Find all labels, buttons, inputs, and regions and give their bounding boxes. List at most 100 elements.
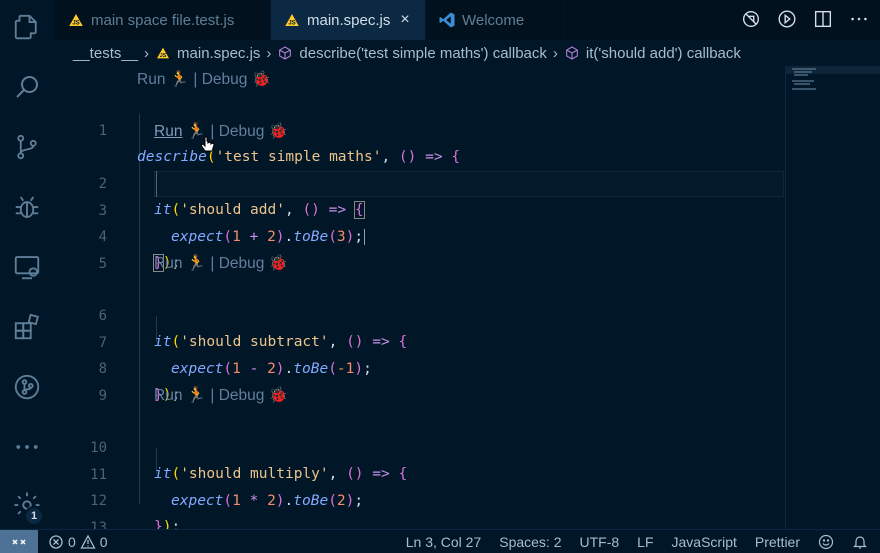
- codelens-debug[interactable]: | Debug: [210, 387, 264, 404]
- code-token: it: [154, 334, 172, 350]
- breadcrumb-symbol-describe[interactable]: describe('test simple maths') callback: [299, 45, 546, 62]
- codelens-describe: Run 🏃 | Debug 🐞: [137, 68, 271, 92]
- remote-explorer-icon[interactable]: [12, 252, 42, 282]
- minimap-line: [792, 80, 814, 82]
- tab-main-space-file[interactable]: JS main space file.test.js: [55, 0, 271, 40]
- debug-icon[interactable]: [12, 192, 42, 222]
- code-line: 5: [55, 225, 107, 272]
- symbol-method-icon: [566, 46, 578, 60]
- codelens-should-add: Run 🏃 | Debug 🐞: [154, 120, 288, 144]
- bug-emoji: 🐞: [251, 71, 272, 88]
- close-icon[interactable]: ×: [400, 11, 409, 29]
- explorer-icon[interactable]: [12, 12, 42, 42]
- codelens-debug[interactable]: | Debug: [210, 123, 264, 140]
- status-bar: 0 0 Ln 3, Col 27 Spaces: 2 UTF-8 LF Java…: [0, 529, 880, 553]
- tab-label: main.spec.js: [307, 11, 391, 29]
- code-line: 12 });: [55, 462, 180, 529]
- js-file-icon: JS: [157, 47, 170, 59]
- current-line-highlight: [154, 171, 784, 197]
- minimap-line: [792, 88, 816, 90]
- split-editor-icon[interactable]: [812, 8, 834, 30]
- no-debug-icon[interactable]: [740, 8, 762, 30]
- code-line: 9: [55, 357, 107, 404]
- error-icon: [48, 534, 64, 550]
- js-file-icon: JS: [69, 14, 83, 27]
- breadcrumb-file[interactable]: main.spec.js: [177, 45, 260, 62]
- bug-emoji: 🐞: [268, 255, 289, 272]
- language-mode[interactable]: JavaScript: [672, 534, 737, 550]
- indentation[interactable]: Spaces: 2: [499, 534, 561, 550]
- chevron-right-icon: ›: [266, 44, 272, 62]
- code-line: 3 expect(1 + 2).toBe(3);: [55, 172, 366, 245]
- codelens-debug[interactable]: | Debug: [193, 71, 247, 88]
- chevron-right-icon: ›: [144, 44, 150, 62]
- code-token: it: [154, 202, 172, 218]
- line-number: 5: [98, 256, 107, 272]
- warning-icon: [80, 534, 96, 550]
- indent-guide: [139, 114, 140, 504]
- code-line: 7 expect(1 - 2).toBe(-1);: [55, 304, 372, 377]
- formatter[interactable]: Prettier: [755, 534, 800, 550]
- more-actions-icon[interactable]: [848, 8, 870, 30]
- problems-indicator[interactable]: 0 0: [48, 534, 108, 550]
- code-token: 1: [232, 361, 241, 377]
- git-graph-icon[interactable]: [12, 372, 42, 402]
- code-token: 'should multiply': [180, 466, 329, 482]
- hand-cursor-icon: [200, 136, 215, 152]
- code-token: expect: [171, 493, 224, 509]
- indent-guide-active: [156, 171, 157, 197]
- bell-icon[interactable]: [852, 534, 868, 550]
- line-ending[interactable]: LF: [637, 534, 653, 550]
- codelens-run[interactable]: Run: [137, 71, 165, 88]
- activity-bar: 1: [0, 0, 55, 529]
- codelens-run[interactable]: Run: [154, 387, 182, 404]
- text-cursor: [364, 229, 366, 245]
- code-token: toBe: [293, 229, 329, 245]
- feedback-icon[interactable]: [818, 534, 834, 550]
- code-token: 'test simple maths': [215, 149, 382, 165]
- source-control-icon[interactable]: [12, 132, 42, 162]
- code-editor[interactable]: Run 🏃 | Debug 🐞 1 describe('test simple …: [55, 66, 785, 529]
- line-number: 9: [98, 388, 107, 404]
- codelens-run[interactable]: Run: [154, 123, 182, 140]
- codelens-run[interactable]: Run: [154, 255, 182, 272]
- tab-main-spec[interactable]: JS main.spec.js ×: [271, 0, 426, 40]
- code-line: 2 it('should add', () => {: [55, 145, 365, 219]
- code-line: 1 describe('test simple maths', () => {: [55, 92, 461, 165]
- codelens-should-multiply: Run 🏃 | Debug 🐞: [154, 384, 288, 408]
- code-line: 6 it('should subtract', () => {: [55, 277, 408, 350]
- chevron-right-icon: ›: [552, 44, 558, 62]
- code-line: 4 });: [55, 198, 180, 272]
- code-line: 14: [55, 515, 90, 529]
- accounts-badge: 1: [24, 506, 44, 526]
- tab-welcome[interactable]: Welcome: [426, 0, 564, 40]
- tab-label: Welcome: [462, 11, 525, 29]
- run-icon[interactable]: [776, 8, 798, 30]
- encoding[interactable]: UTF-8: [580, 534, 620, 550]
- breadcrumb-folder[interactable]: __tests__: [73, 45, 138, 62]
- tab-bar: JS main space file.test.js JS main.spec.…: [55, 0, 880, 40]
- code-token: expect: [171, 361, 224, 377]
- search-icon[interactable]: [12, 72, 42, 102]
- more-icon[interactable]: [12, 432, 42, 462]
- warning-count: 0: [99, 533, 108, 550]
- code-token: 2: [267, 361, 276, 377]
- minimap-line: [794, 71, 812, 73]
- breadcrumb-symbol-it[interactable]: it('should add') callback: [586, 45, 741, 62]
- minimap[interactable]: [785, 66, 880, 529]
- remote-indicator[interactable]: [0, 529, 38, 553]
- code-line: 13 });: [55, 489, 107, 529]
- code-token: 1: [232, 493, 241, 509]
- code-token: 1: [232, 229, 241, 245]
- code-token: it: [154, 466, 172, 482]
- code-token: describe: [137, 149, 207, 165]
- svg-text:JS: JS: [160, 53, 167, 59]
- codelens-debug[interactable]: | Debug: [210, 255, 264, 272]
- code-token: 2: [267, 493, 276, 509]
- error-count: 0: [68, 533, 76, 550]
- breadcrumb: __tests__ › JS main.spec.js › describe('…: [55, 40, 880, 66]
- code-line: 10 it('should multiply', () => {: [55, 409, 407, 482]
- js-file-icon: JS: [285, 14, 299, 27]
- extensions-icon[interactable]: [12, 312, 42, 342]
- cursor-position[interactable]: Ln 3, Col 27: [406, 534, 482, 550]
